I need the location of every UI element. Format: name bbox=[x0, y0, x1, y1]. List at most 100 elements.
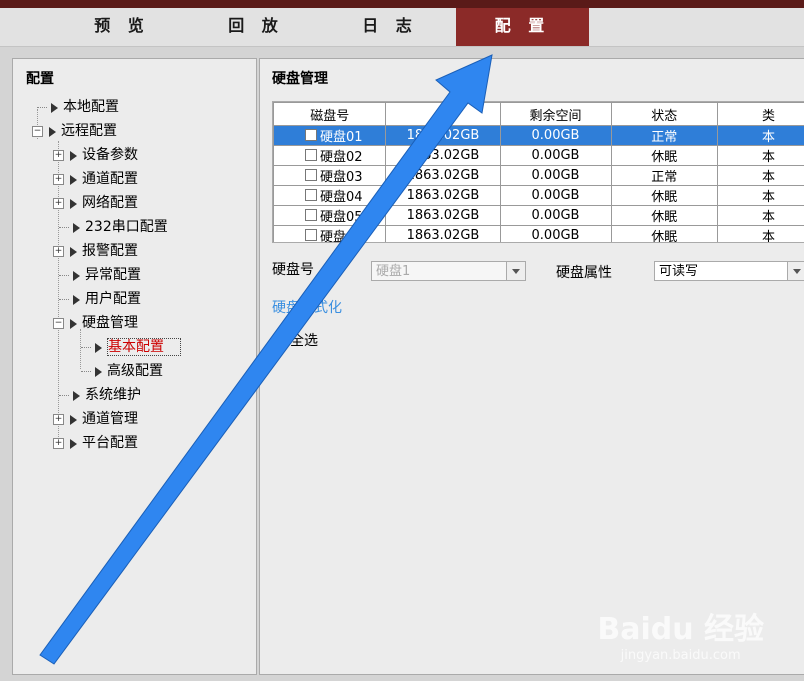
tree-connector bbox=[81, 371, 91, 372]
table-row[interactable]: 硬盘03 1863.02GB 0.00GB 正常 本 bbox=[273, 165, 804, 186]
disk-number-value: 硬盘1 bbox=[376, 264, 411, 279]
row-checkbox[interactable] bbox=[305, 129, 317, 141]
select-all-label[interactable]: 全选 bbox=[290, 330, 318, 350]
arrow-right-icon bbox=[73, 270, 80, 281]
expand-icon[interactable]: + bbox=[53, 438, 64, 449]
tab-preview[interactable]: 预 览 bbox=[72, 8, 172, 46]
tree-item-remote-config[interactable]: − 远程配置 bbox=[32, 121, 117, 141]
arrow-right-icon bbox=[49, 126, 56, 137]
arrow-right-icon bbox=[73, 294, 80, 305]
tree-item-local-config[interactable]: 本地配置 bbox=[37, 97, 119, 117]
disk-capacity: 1863.02GB bbox=[385, 225, 501, 242]
table-row[interactable]: 硬盘02 1863.02GB 0.00GB 休眠 本 bbox=[273, 145, 804, 166]
main-tab-bar: 预 览 回 放 日 志 配 置 bbox=[0, 8, 804, 47]
collapse-icon[interactable]: − bbox=[32, 126, 43, 137]
tab-config[interactable]: 配 置 bbox=[456, 8, 589, 46]
disk-type: 本 bbox=[717, 145, 804, 166]
tree-item-label: 硬盘管理 bbox=[82, 315, 138, 331]
tree-item-user-config[interactable]: 用户配置 bbox=[59, 289, 141, 309]
row-checkbox[interactable] bbox=[305, 229, 317, 241]
disk-attribute-value: 可读写 bbox=[659, 264, 699, 279]
table-row[interactable]: 硬盘05 1863.02GB 0.00GB 休眠 本 bbox=[273, 205, 804, 226]
disk-attribute-label: 硬盘属性 bbox=[556, 265, 612, 281]
disk-capacity: 1863.02GB bbox=[385, 165, 501, 186]
disk-type: 本 bbox=[717, 185, 804, 206]
tree-item-advanced-config[interactable]: 高级配置 bbox=[81, 361, 163, 381]
arrow-right-icon bbox=[70, 198, 77, 209]
table-row[interactable]: 硬盘04 1863.02GB 0.00GB 休眠 本 bbox=[273, 185, 804, 206]
expand-icon[interactable]: + bbox=[53, 414, 64, 425]
arrow-right-icon bbox=[70, 150, 77, 161]
disk-free-space: 0.00GB bbox=[499, 225, 612, 242]
row-checkbox[interactable] bbox=[305, 189, 317, 201]
disk-status: 正常 bbox=[610, 125, 719, 146]
disk-free-space: 0.00GB bbox=[499, 165, 612, 186]
tree-item-label: 通道配置 bbox=[82, 171, 138, 187]
tree-item-network-config[interactable]: + 网络配置 bbox=[53, 193, 138, 213]
disk-number-select[interactable]: 硬盘1 bbox=[371, 261, 526, 281]
baidu-logo: Baidu 经验 bbox=[597, 612, 764, 647]
tree-item-label: 通道管理 bbox=[82, 411, 138, 427]
tree-item-disk-management[interactable]: − 硬盘管理 bbox=[53, 313, 138, 333]
chevron-down-icon[interactable] bbox=[506, 262, 525, 280]
column-header[interactable] bbox=[385, 102, 501, 126]
tree-item-system-maintenance[interactable]: 系统维护 bbox=[59, 385, 141, 405]
disk-status: 正常 bbox=[610, 165, 719, 186]
expand-icon[interactable]: + bbox=[53, 198, 64, 209]
tree-item-label: 设备参数 bbox=[82, 147, 138, 163]
arrow-right-icon bbox=[95, 342, 102, 353]
panel-title: 配置 bbox=[26, 71, 54, 87]
tree-item-exception-config[interactable]: 异常配置 bbox=[59, 265, 141, 285]
chevron-down-icon[interactable] bbox=[787, 262, 804, 280]
disk-type: 本 bbox=[717, 225, 804, 242]
tree-connector bbox=[59, 227, 69, 228]
tree-item-platform-config[interactable]: + 平台配置 bbox=[53, 433, 138, 453]
tree-item-device-params[interactable]: + 设备参数 bbox=[53, 145, 138, 165]
table-row[interactable]: 硬盘01 1863.02GB 0.00GB 正常 本 bbox=[273, 125, 804, 146]
table-header-row: 磁盘号 剩余空间 状态 类 bbox=[273, 102, 804, 126]
disk-status: 休眠 bbox=[610, 205, 719, 226]
expand-icon[interactable]: + bbox=[53, 246, 64, 257]
disk-attribute-select[interactable]: 可读写 bbox=[654, 261, 804, 281]
baidu-watermark: Baidu 经验 jingyan.baidu.com bbox=[597, 604, 764, 663]
tree-item-label: 232串口配置 bbox=[85, 219, 168, 235]
table-row[interactable]: 硬盘06 1863.02GB 0.00GB 休眠 本 bbox=[273, 225, 804, 242]
disk-status: 休眠 bbox=[610, 145, 719, 166]
format-disk-link[interactable]: 硬盘格式化 bbox=[272, 297, 342, 317]
disk-status: 休眠 bbox=[610, 185, 719, 206]
tree-item-channel-config[interactable]: + 通道配置 bbox=[53, 169, 138, 189]
column-header[interactable]: 磁盘号 bbox=[273, 102, 387, 126]
disk-capacity: 1863.02GB bbox=[385, 185, 501, 206]
tree-connector bbox=[59, 299, 69, 300]
row-checkbox[interactable] bbox=[305, 149, 317, 161]
tree-connector bbox=[81, 347, 91, 348]
column-header[interactable]: 状态 bbox=[610, 102, 719, 126]
row-checkbox[interactable] bbox=[305, 169, 317, 181]
tree-item-serial-config[interactable]: 232串口配置 bbox=[59, 217, 168, 237]
collapse-icon[interactable]: − bbox=[53, 318, 64, 329]
disk-free-space: 0.00GB bbox=[499, 125, 612, 146]
tab-playback[interactable]: 回 放 bbox=[206, 8, 306, 46]
disk-table: 磁盘号 剩余空间 状态 类 硬盘01 1863.02GB 0.00GB 正常 本… bbox=[272, 101, 804, 243]
tree-item-channel-management[interactable]: + 通道管理 bbox=[53, 409, 138, 429]
column-header[interactable]: 类 bbox=[717, 102, 804, 126]
disk-type: 本 bbox=[717, 205, 804, 226]
tab-log[interactable]: 日 志 bbox=[340, 8, 440, 46]
disk-status: 休眠 bbox=[610, 225, 719, 242]
disk-free-space: 0.00GB bbox=[499, 185, 612, 206]
watermark-url: jingyan.baidu.com bbox=[620, 648, 741, 663]
tree-item-alarm-config[interactable]: + 报警配置 bbox=[53, 241, 138, 261]
tree-item-label: 报警配置 bbox=[82, 243, 138, 259]
tree-item-label: 用户配置 bbox=[85, 291, 141, 307]
expand-icon[interactable]: + bbox=[53, 174, 64, 185]
config-tree-panel: 配置 本地配置 − 远程配置 + 设备参数 + 通道配置 + 网络配置 232串口配置 … bbox=[12, 58, 257, 675]
arrow-right-icon bbox=[73, 390, 80, 401]
section-title: 硬盘管理 bbox=[272, 71, 328, 87]
tree-connector bbox=[59, 395, 69, 396]
top-strip bbox=[0, 0, 804, 8]
tree-item-basic-config[interactable]: 基本配置 bbox=[81, 337, 181, 357]
row-checkbox[interactable] bbox=[305, 209, 317, 221]
expand-icon[interactable]: + bbox=[53, 150, 64, 161]
tree-item-label: 网络配置 bbox=[82, 195, 138, 211]
column-header[interactable]: 剩余空间 bbox=[499, 102, 612, 126]
